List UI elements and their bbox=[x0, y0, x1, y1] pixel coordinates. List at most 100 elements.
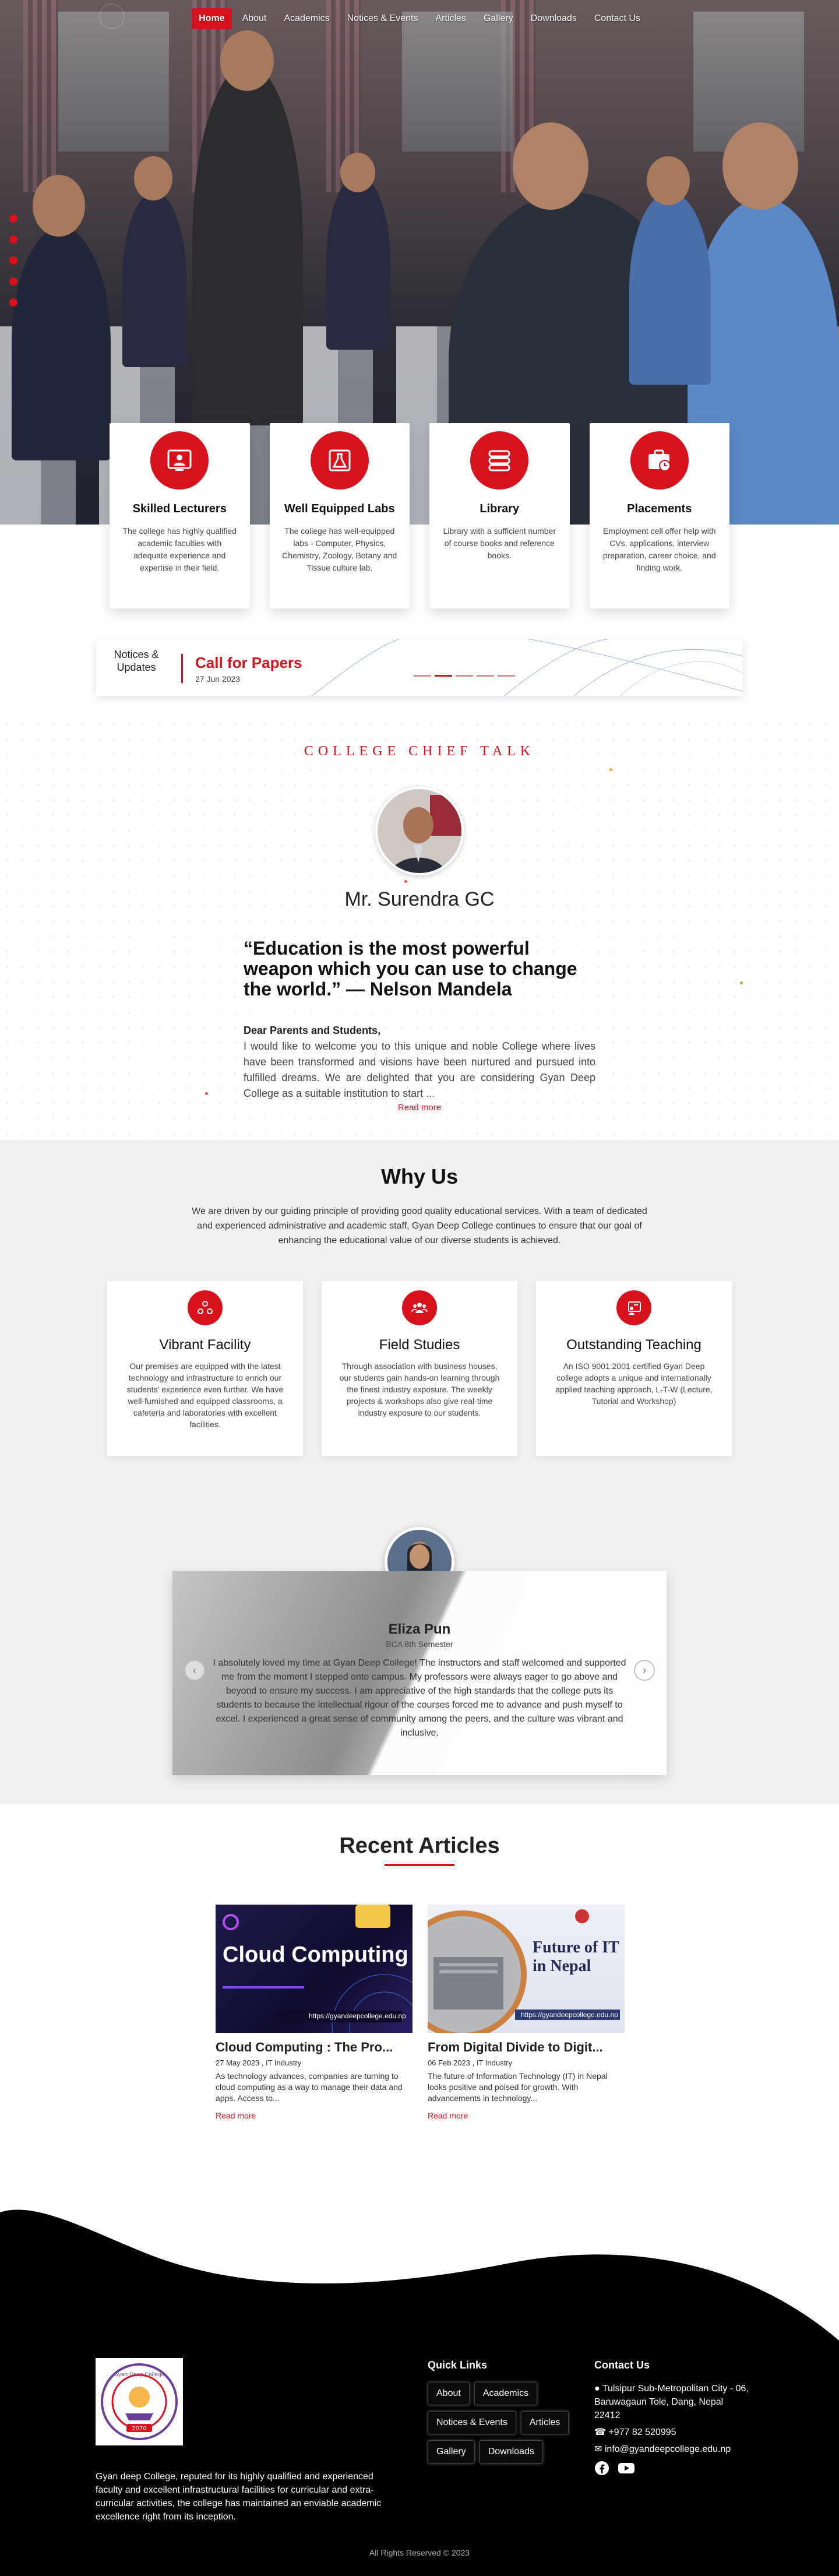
slider-dot[interactable] bbox=[9, 277, 17, 286]
footer-link-gallery[interactable]: Gallery bbox=[428, 2440, 475, 2464]
nav-home[interactable]: Home bbox=[192, 8, 232, 29]
nav-notices-events[interactable]: Notices & Events bbox=[340, 8, 425, 29]
chief-read-more-link[interactable]: Read more bbox=[0, 1103, 839, 1113]
why-card: Vibrant Facility Our premises are equipp… bbox=[107, 1281, 303, 1456]
article-read-more-link[interactable]: Read more bbox=[216, 2111, 413, 2120]
notices-label: Notices & Updates bbox=[114, 649, 159, 673]
feature-card: Well Equipped Labs The college has well-… bbox=[269, 423, 410, 608]
feature-card: Skilled Lecturers The college has highly… bbox=[110, 423, 250, 608]
notice-indicator[interactable] bbox=[456, 675, 473, 677]
feature-card: Library Library with a sufficient number… bbox=[429, 423, 570, 608]
teaching-icon bbox=[616, 1290, 651, 1325]
notices-divider bbox=[181, 654, 183, 683]
why-card-text: Through association with business houses… bbox=[339, 1361, 500, 1417]
slider-dot[interactable] bbox=[9, 235, 17, 244]
notices-ticker: Notices & Updates Call for Papers 27 Jun… bbox=[96, 639, 743, 696]
facebook-icon[interactable] bbox=[594, 2461, 609, 2476]
hero-person bbox=[33, 175, 85, 237]
testimonial-name: Eliza Pun bbox=[388, 1621, 451, 1637]
article-image[interactable]: Future of IT in Nepal https://gyandeepco… bbox=[428, 1905, 625, 2033]
slider-dot[interactable] bbox=[9, 214, 17, 223]
chief-greeting: Dear Parents and Students, bbox=[244, 1025, 381, 1036]
article-card[interactable]: Cloud Computing https://gyandeepcollege.… bbox=[216, 1905, 413, 2120]
hero-person bbox=[629, 192, 711, 385]
article-title[interactable]: From Digital Divide to Digit... bbox=[428, 2040, 625, 2055]
chevron-left-icon[interactable]: ‹ bbox=[184, 1660, 205, 1681]
hero-person bbox=[192, 64, 303, 425]
notice-indicator[interactable] bbox=[498, 675, 515, 677]
footer-logo[interactable]: 2070 Gyan Deep College bbox=[96, 2358, 183, 2445]
article-meta: 27 May 2023 , IT Industry bbox=[216, 2058, 302, 2067]
footer-wave bbox=[0, 2177, 839, 2341]
chevron-right-icon[interactable]: › bbox=[634, 1660, 655, 1681]
hero-person bbox=[12, 227, 111, 460]
why-us-section: Why Us We are driven by our guiding prin… bbox=[0, 1140, 839, 1804]
why-card-title: Outstanding Teaching bbox=[566, 1337, 701, 1353]
article-image[interactable]: Cloud Computing https://gyandeepcollege.… bbox=[216, 1905, 413, 2033]
quick-links-title: Quick Links bbox=[428, 2359, 488, 2371]
decor-speck bbox=[205, 1092, 208, 1095]
chief-talk-section: COLLEGE CHIEF TALK Mr. Surendra GC “Educ… bbox=[0, 717, 839, 1136]
why-card-title: Vibrant Facility bbox=[159, 1337, 251, 1353]
footer-link-articles[interactable]: Articles bbox=[520, 2411, 569, 2434]
nav-articles[interactable]: Articles bbox=[428, 8, 473, 29]
contact-email[interactable]: ✉ info@gyandeepcollege.edu.np bbox=[594, 2443, 752, 2456]
notice-indicator[interactable] bbox=[477, 675, 494, 677]
notice-title[interactable]: Call for Papers bbox=[195, 654, 302, 672]
chief-message: I would like to welcome you to this uniq… bbox=[244, 1040, 595, 1099]
phone-icon: ☎ bbox=[594, 2427, 606, 2437]
why-card: Outstanding Teaching An ISO 9001:2001 ce… bbox=[536, 1281, 732, 1456]
notice-date: 27 Jun 2023 bbox=[195, 674, 241, 684]
article-read-more-link[interactable]: Read more bbox=[428, 2111, 625, 2120]
article-card[interactable]: Future of IT in Nepal https://gyandeepco… bbox=[428, 1905, 625, 2120]
footer-link-downloads[interactable]: Downloads bbox=[479, 2440, 543, 2464]
nav-downloads[interactable]: Downloads bbox=[524, 8, 584, 29]
group-icon bbox=[402, 1290, 437, 1325]
feature-cards: Skilled Lecturers The college has highly… bbox=[110, 423, 729, 608]
hero-person bbox=[513, 122, 588, 210]
footer-description: Gyan deep College, reputed for its highl… bbox=[96, 2472, 382, 2522]
hero-decor bbox=[402, 12, 513, 152]
feature-text: Employment cell offer help with CVs, app… bbox=[602, 526, 716, 572]
chief-name: Mr. Surendra GC bbox=[344, 888, 495, 910]
chief-quote: “Education is the most powerful weapon w… bbox=[244, 938, 577, 1000]
decor-speck bbox=[609, 768, 612, 771]
article-meta: 06 Feb 2023 , IT Industry bbox=[428, 2058, 513, 2067]
hero-person bbox=[134, 156, 172, 200]
feature-title: Placements bbox=[627, 502, 692, 515]
nav-academics[interactable]: Academics bbox=[277, 8, 336, 29]
contact-phone[interactable]: ☎ +977 82 520995 bbox=[594, 2426, 752, 2439]
hero-person bbox=[340, 153, 375, 192]
footer-link-about[interactable]: About bbox=[428, 2382, 470, 2405]
slider-dot[interactable] bbox=[9, 298, 17, 307]
feature-title: Library bbox=[480, 502, 520, 515]
article-image-url: https://gyandeepcollege.edu.np bbox=[521, 2011, 618, 2019]
nav-about[interactable]: About bbox=[235, 8, 274, 29]
notice-indicator[interactable] bbox=[435, 675, 452, 677]
article-image-text: Cloud Computing bbox=[223, 1942, 408, 1967]
testimonial-card: Eliza Pun BCA 8th Semester I absolutely … bbox=[172, 1571, 667, 1775]
article-excerpt: As technology advances, companies are tu… bbox=[216, 2071, 403, 2103]
footer-link-academics[interactable]: Academics bbox=[474, 2382, 538, 2405]
why-card-text: Our premises are equipped with the lates… bbox=[126, 1361, 284, 1429]
nav-contact-us[interactable]: Contact Us bbox=[587, 8, 647, 29]
lecturer-icon bbox=[150, 431, 209, 490]
why-card-title: Field Studies bbox=[379, 1337, 460, 1353]
chief-avatar bbox=[375, 787, 464, 875]
why-cards: Vibrant Facility Our premises are equipp… bbox=[107, 1281, 732, 1456]
decor-speck bbox=[740, 981, 743, 984]
article-title[interactable]: Cloud Computing : The Pro... bbox=[216, 2040, 413, 2055]
feature-card: Placements Employment cell offer help wi… bbox=[589, 423, 729, 608]
nav-gallery[interactable]: Gallery bbox=[477, 8, 520, 29]
footer-link-notices-events[interactable]: Notices & Events bbox=[428, 2411, 516, 2434]
network-icon bbox=[188, 1290, 223, 1325]
slider-dot[interactable] bbox=[9, 256, 17, 265]
contact-phone-text: +977 82 520995 bbox=[608, 2427, 676, 2437]
feature-title: Skilled Lecturers bbox=[132, 502, 227, 515]
youtube-icon[interactable] bbox=[618, 2461, 635, 2476]
hero-person bbox=[220, 30, 274, 91]
social-links bbox=[594, 2461, 752, 2476]
why-title: Why Us bbox=[380, 1164, 458, 1188]
notice-indicator[interactable] bbox=[414, 675, 431, 677]
testimonial-role: BCA 8th Semester bbox=[386, 1639, 453, 1649]
